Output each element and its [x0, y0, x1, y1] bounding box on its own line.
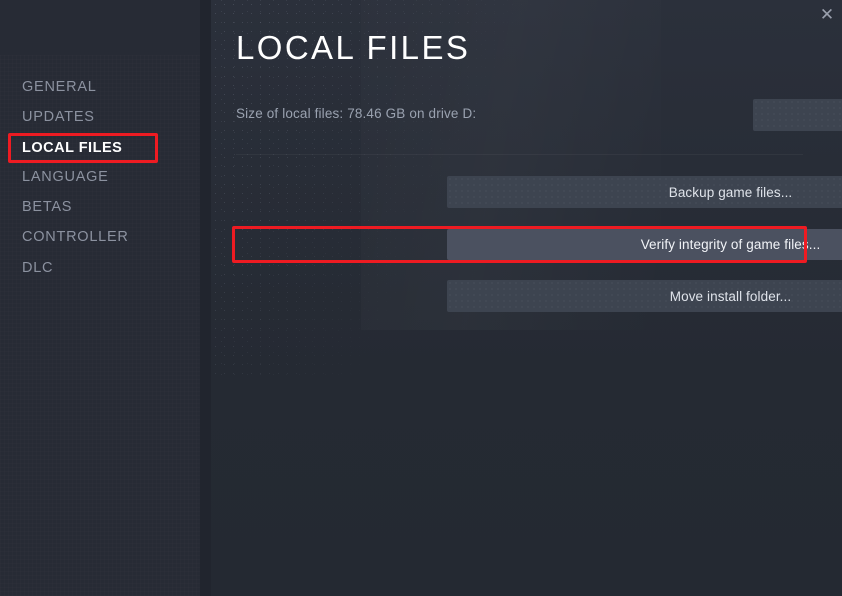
sidebar-item-general[interactable]: GENERAL: [22, 80, 97, 95]
sidebar-item-betas[interactable]: BETAS: [22, 200, 72, 215]
page-title: LOCAL FILES: [236, 29, 471, 66]
steam-game-properties-dialog: GENERAL UPDATES LOCAL FILES LANGUAGE BET…: [0, 0, 842, 596]
sidebar-item-local-files[interactable]: LOCAL FILES: [22, 141, 122, 156]
section-divider: [236, 154, 803, 155]
move-install-folder-button[interactable]: Move install folder...: [447, 280, 842, 312]
sidebar-item-controller[interactable]: CONTROLLER: [22, 230, 129, 245]
sidebar-texture: [0, 55, 200, 596]
local-files-panel: LOCAL FILES Size of local files: 78.46 G…: [211, 0, 842, 596]
local-files-size-label: Size of local files: 78.46 GB on drive D…: [236, 106, 477, 121]
sidebar-item-language[interactable]: LANGUAGE: [22, 170, 109, 185]
browse-button[interactable]: Browse...: [753, 99, 842, 131]
backup-game-files-button[interactable]: Backup game files...: [447, 176, 842, 208]
sidebar-item-dlc[interactable]: DLC: [22, 261, 53, 276]
verify-integrity-button[interactable]: Verify integrity of game files...: [447, 229, 842, 260]
close-icon[interactable]: ✕: [812, 0, 842, 28]
settings-sidebar: GENERAL UPDATES LOCAL FILES LANGUAGE BET…: [0, 0, 200, 596]
sidebar-item-updates[interactable]: UPDATES: [22, 110, 95, 125]
sidebar-divider: [200, 0, 211, 596]
